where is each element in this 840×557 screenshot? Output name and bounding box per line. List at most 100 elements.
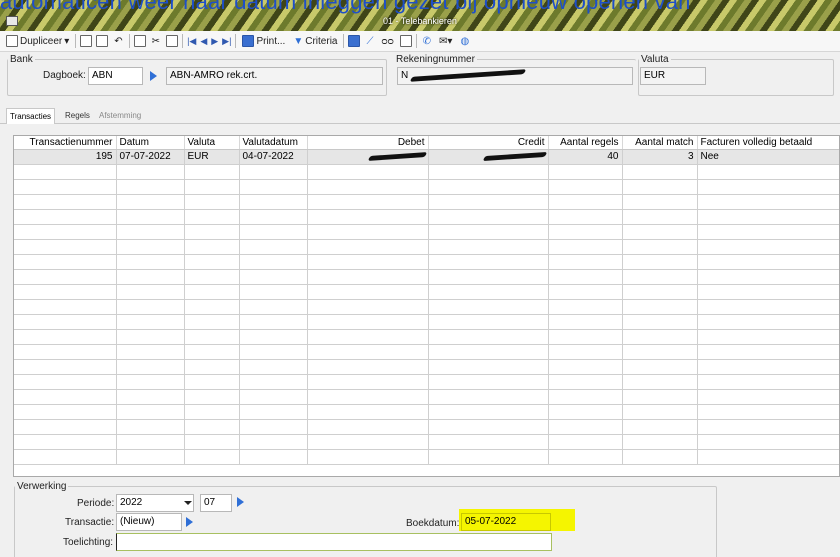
empty-cell[interactable] <box>428 239 549 255</box>
col-header[interactable]: Credit <box>428 136 549 150</box>
empty-table-row[interactable] <box>14 434 839 450</box>
empty-cell[interactable] <box>697 359 839 375</box>
empty-cell[interactable] <box>548 179 623 195</box>
empty-table-row[interactable] <box>14 344 839 360</box>
empty-cell[interactable] <box>307 314 429 330</box>
empty-cell[interactable] <box>239 224 308 240</box>
empty-cell[interactable] <box>697 209 839 225</box>
empty-cell[interactable] <box>184 434 240 450</box>
empty-cell[interactable] <box>548 194 623 210</box>
empty-cell[interactable] <box>697 299 839 315</box>
first-record-icon[interactable]: |◀ <box>187 36 196 47</box>
empty-cell[interactable] <box>307 299 429 315</box>
empty-cell[interactable] <box>307 269 429 285</box>
empty-cell[interactable] <box>548 329 623 345</box>
periode-number-field[interactable]: 07 <box>200 494 232 512</box>
empty-cell[interactable] <box>622 179 698 195</box>
empty-cell[interactable] <box>622 224 698 240</box>
empty-cell[interactable] <box>697 194 839 210</box>
empty-cell[interactable] <box>622 209 698 225</box>
save-icon[interactable] <box>80 35 93 47</box>
empty-table-row[interactable] <box>14 389 839 405</box>
empty-cell[interactable] <box>239 164 308 180</box>
empty-cell[interactable] <box>116 269 185 285</box>
empty-cell[interactable] <box>307 359 429 375</box>
empty-cell[interactable] <box>14 419 117 435</box>
empty-cell[interactable] <box>116 299 185 315</box>
empty-cell[interactable] <box>116 314 185 330</box>
empty-cell[interactable] <box>116 404 185 420</box>
empty-cell[interactable] <box>428 179 549 195</box>
empty-cell[interactable] <box>548 449 623 465</box>
empty-cell[interactable] <box>548 404 623 420</box>
empty-cell[interactable] <box>116 164 185 180</box>
empty-cell[interactable] <box>428 284 549 300</box>
empty-cell[interactable] <box>307 164 429 180</box>
empty-table-row[interactable] <box>14 314 839 330</box>
mail-icon[interactable]: ✉▾ <box>437 33 454 50</box>
dagboek-lookup-arrow-icon[interactable] <box>150 71 157 81</box>
empty-cell[interactable] <box>428 434 549 450</box>
empty-cell[interactable] <box>116 194 185 210</box>
delete-icon[interactable] <box>96 35 109 47</box>
empty-cell[interactable] <box>307 254 429 270</box>
print-button[interactable]: Print... <box>240 33 287 50</box>
empty-cell[interactable] <box>697 254 839 270</box>
empty-table-row[interactable] <box>14 449 839 465</box>
copy-icon[interactable] <box>133 35 146 47</box>
cell-transactienummer[interactable]: 195 <box>14 149 117 165</box>
tab-regels[interactable]: Regels <box>62 108 93 124</box>
empty-cell[interactable] <box>697 239 839 255</box>
empty-cell[interactable] <box>622 404 698 420</box>
tab-transacties[interactable]: Transacties <box>6 108 56 124</box>
col-header[interactable]: Datum <box>116 136 185 150</box>
empty-cell[interactable] <box>184 254 240 270</box>
empty-cell[interactable] <box>307 329 429 345</box>
empty-cell[interactable] <box>622 449 698 465</box>
empty-cell[interactable] <box>428 254 549 270</box>
empty-cell[interactable] <box>184 419 240 435</box>
empty-cell[interactable] <box>548 254 623 270</box>
dagboek-code-field[interactable]: ABN <box>88 67 143 85</box>
empty-cell[interactable] <box>548 239 623 255</box>
col-header[interactable]: Aantal match <box>622 136 698 150</box>
empty-cell[interactable] <box>548 209 623 225</box>
empty-cell[interactable] <box>622 194 698 210</box>
empty-cell[interactable] <box>622 254 698 270</box>
empty-cell[interactable] <box>548 314 623 330</box>
cell-aantal-match[interactable]: 3 <box>622 149 698 165</box>
empty-cell[interactable] <box>548 434 623 450</box>
empty-cell[interactable] <box>307 224 429 240</box>
empty-cell[interactable] <box>622 239 698 255</box>
col-header[interactable]: Aantal regels <box>548 136 623 150</box>
empty-cell[interactable] <box>116 359 185 375</box>
empty-table-row[interactable] <box>14 419 839 435</box>
empty-table-row[interactable] <box>14 329 839 345</box>
cell-datum[interactable]: 07-07-2022 <box>116 149 185 165</box>
empty-cell[interactable] <box>622 329 698 345</box>
empty-cell[interactable] <box>622 344 698 360</box>
empty-cell[interactable] <box>622 419 698 435</box>
criteria-button[interactable]: ▼ Criteria <box>291 33 339 50</box>
empty-cell[interactable] <box>184 359 240 375</box>
empty-cell[interactable] <box>307 179 429 195</box>
empty-cell[interactable] <box>548 269 623 285</box>
empty-cell[interactable] <box>428 404 549 420</box>
empty-cell[interactable] <box>239 374 308 390</box>
empty-cell[interactable] <box>697 449 839 465</box>
empty-cell[interactable] <box>116 389 185 405</box>
empty-cell[interactable] <box>428 209 549 225</box>
empty-table-row[interactable] <box>14 374 839 390</box>
empty-table-row[interactable] <box>14 299 839 315</box>
empty-cell[interactable] <box>14 164 117 180</box>
empty-table-row[interactable] <box>14 179 839 195</box>
next-record-icon[interactable]: ▶ <box>211 36 218 47</box>
empty-cell[interactable] <box>428 314 549 330</box>
empty-cell[interactable] <box>428 224 549 240</box>
empty-cell[interactable] <box>307 389 429 405</box>
empty-cell[interactable] <box>14 449 117 465</box>
empty-table-row[interactable] <box>14 284 839 300</box>
empty-cell[interactable] <box>239 314 308 330</box>
empty-table-row[interactable] <box>14 164 839 180</box>
col-header[interactable]: Facturen volledig betaald <box>697 136 839 150</box>
